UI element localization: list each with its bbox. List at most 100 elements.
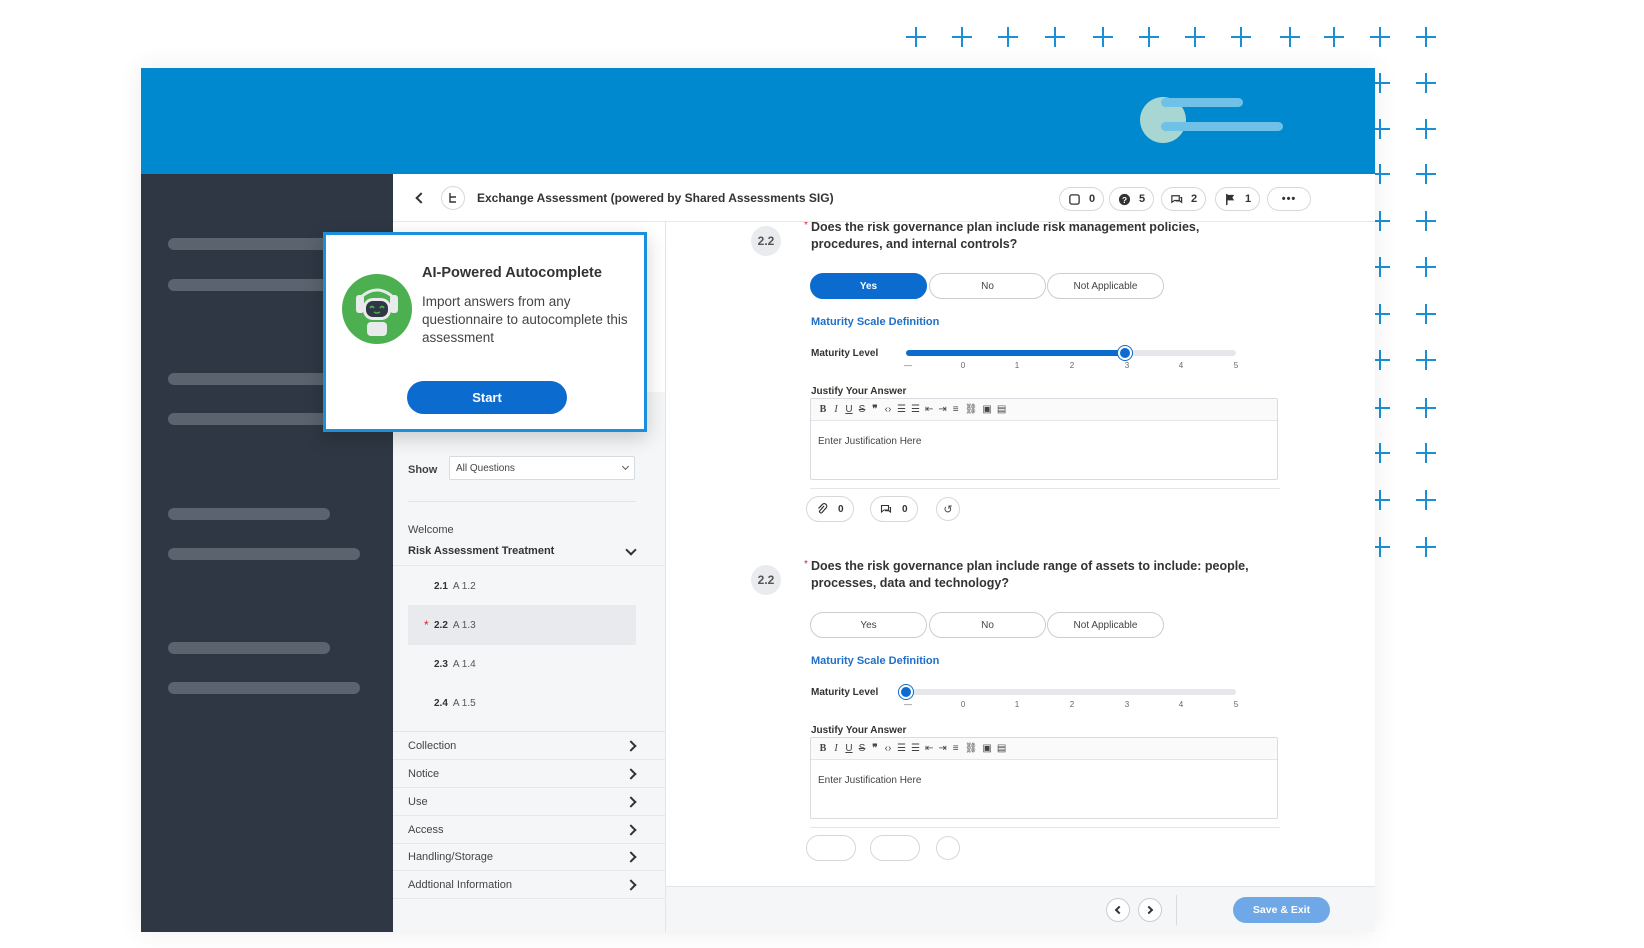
- video-icon[interactable]: ▤: [997, 404, 1006, 415]
- maturity-slider[interactable]: — 0 1 2 3 4 5: [904, 346, 1238, 370]
- link-icon[interactable]: ⛓: [965, 743, 978, 754]
- previous-question-button[interactable]: [1106, 898, 1130, 922]
- nav-subitem[interactable]: * 2.2 A 1.3: [408, 605, 636, 645]
- justification-placeholder: Enter Justification Here: [818, 775, 922, 786]
- attachments-button[interactable]: [806, 835, 856, 861]
- video-icon[interactable]: ▤: [997, 743, 1006, 754]
- strikethrough-icon[interactable]: S: [858, 404, 866, 415]
- nav-section[interactable]: Collection: [393, 732, 665, 760]
- maturity-slider-thumb[interactable]: [899, 685, 913, 699]
- maturity-scale-definition-link[interactable]: Maturity Scale Definition: [811, 316, 939, 328]
- nav-section[interactable]: Notice: [393, 760, 665, 788]
- answer-option-button[interactable]: Not Applicable: [1047, 612, 1164, 638]
- nav-section-label: Collection: [408, 739, 457, 752]
- nav-section[interactable]: Use: [393, 788, 665, 816]
- next-question-button[interactable]: [1138, 898, 1162, 922]
- image-icon[interactable]: ▣: [982, 404, 991, 415]
- answer-option-button[interactable]: Not Applicable: [1047, 273, 1164, 299]
- align-icon[interactable]: ≡: [952, 404, 960, 415]
- nav-section[interactable]: Access: [393, 816, 665, 844]
- align-icon[interactable]: ≡: [952, 743, 960, 754]
- image-icon[interactable]: ▣: [982, 743, 991, 754]
- nav-subitem[interactable]: 2.3 A 1.4: [408, 644, 636, 684]
- sidebar-item-placeholder[interactable]: [168, 413, 334, 425]
- indent-icon[interactable]: ⇥: [938, 404, 946, 415]
- sidebar-item-placeholder[interactable]: [168, 642, 330, 654]
- nav-section-risk-assessment[interactable]: Risk Assessment Treatment: [393, 537, 665, 566]
- italic-icon[interactable]: I: [832, 743, 840, 754]
- maturity-tick-label: 4: [1178, 700, 1184, 709]
- subitem-code: A 1.5: [452, 697, 476, 709]
- indent-icon[interactable]: ⇥: [938, 743, 946, 754]
- subitem-number: 2.4: [434, 697, 448, 709]
- maturity-scale-definition-link[interactable]: Maturity Scale Definition: [811, 655, 939, 667]
- subitem-number: 2.1: [434, 580, 448, 592]
- answer-option-button[interactable]: No: [929, 612, 1046, 638]
- maturity-slider[interactable]: — 0 1 2 3 4 5: [899, 685, 1238, 709]
- sidebar-item-placeholder[interactable]: [168, 682, 360, 694]
- italic-icon[interactable]: I: [832, 404, 840, 415]
- bullet-list-icon[interactable]: ☰: [897, 743, 906, 754]
- show-filter-value: All Questions: [456, 462, 515, 474]
- nav-subitem[interactable]: 2.1 A 1.2: [408, 566, 636, 606]
- underline-icon[interactable]: U: [845, 404, 853, 415]
- sidebar-item-placeholder[interactable]: [168, 373, 334, 385]
- justification-editor[interactable]: B I U S ❞ ‹› ☰ ☰ ⇤ ⇥ ≡ ⛓ ▣ ▤ Enter Justification Here: [810, 737, 1278, 819]
- sidebar-item-placeholder[interactable]: [168, 548, 360, 560]
- history-button[interactable]: [936, 836, 960, 860]
- attachments-count: 0: [838, 503, 844, 515]
- answer-option-button[interactable]: No: [929, 273, 1046, 299]
- comments-counter[interactable]: 2: [1161, 187, 1207, 211]
- show-filter-select[interactable]: All Questions: [449, 456, 635, 480]
- history-button[interactable]: ↺: [936, 497, 960, 521]
- save-exit-button[interactable]: Save & Exit: [1233, 897, 1330, 923]
- nav-section[interactable]: Addtional Information: [393, 871, 665, 899]
- hierarchy-button[interactable]: [441, 186, 465, 210]
- note-icon: [1069, 193, 1080, 205]
- bold-icon[interactable]: B: [819, 404, 827, 415]
- outdent-icon[interactable]: ⇤: [925, 404, 933, 415]
- nav-section-label: Access: [408, 823, 444, 836]
- link-icon[interactable]: ⛓: [965, 404, 978, 415]
- sidebar-item-placeholder[interactable]: [168, 238, 334, 250]
- notes-counter[interactable]: 0: [1059, 187, 1105, 211]
- bold-icon[interactable]: B: [819, 743, 827, 754]
- plus-decoration: [1370, 27, 1390, 47]
- quote-icon[interactable]: ❞: [871, 743, 879, 754]
- nav-subitem[interactable]: 2.4 A 1.5: [408, 683, 636, 723]
- outdent-icon[interactable]: ⇤: [925, 743, 933, 754]
- question-comments-button[interactable]: 0: [870, 496, 918, 522]
- autocomplete-popup: AI-Powered Autocomplete Import answers f…: [323, 232, 647, 432]
- strikethrough-icon[interactable]: S: [858, 743, 866, 754]
- quote-icon[interactable]: ❞: [871, 404, 879, 415]
- numbered-list-icon[interactable]: ☰: [911, 404, 920, 415]
- maturity-tick-label: 2: [1069, 700, 1075, 709]
- chevron-down-icon: [625, 544, 637, 556]
- start-button[interactable]: Start: [407, 381, 567, 414]
- undo-icon: ↺: [943, 503, 953, 516]
- nav-welcome[interactable]: Welcome: [408, 524, 454, 536]
- code-icon[interactable]: ‹›: [884, 743, 892, 754]
- help-counter[interactable]: ? 5: [1109, 187, 1155, 211]
- justification-editor[interactable]: B I U S ❞ ‹› ☰ ☰ ⇤ ⇥ ≡ ⛓ ▣ ▤ Enter Justification Here: [810, 398, 1278, 480]
- flags-counter[interactable]: 1: [1215, 187, 1261, 211]
- bullet-list-icon[interactable]: ☰: [897, 404, 906, 415]
- nav-section[interactable]: Handling/Storage: [393, 843, 665, 871]
- question-comments-button[interactable]: [870, 835, 920, 861]
- underline-icon[interactable]: U: [845, 743, 853, 754]
- answer-option-button[interactable]: Yes: [810, 273, 927, 299]
- answer-option-button[interactable]: Yes: [810, 612, 927, 638]
- comments-count: 2: [1191, 193, 1198, 205]
- sidebar-item-placeholder[interactable]: [168, 508, 330, 520]
- editor-toolbar: B I U S ❞ ‹› ☰ ☰ ⇤ ⇥ ≡ ⛓ ▣ ▤: [811, 399, 1277, 421]
- code-icon[interactable]: ‹›: [884, 404, 892, 415]
- numbered-list-icon[interactable]: ☰: [911, 743, 920, 754]
- maturity-slider-thumb[interactable]: [1118, 346, 1132, 360]
- back-button[interactable]: [407, 186, 431, 210]
- more-options-button[interactable]: •••: [1267, 187, 1311, 211]
- question-number: 2.2: [751, 226, 781, 256]
- required-asterisk: *: [804, 222, 808, 231]
- plus-decoration: [1280, 27, 1300, 47]
- attachments-button[interactable]: 0: [806, 496, 854, 522]
- sidebar-item-placeholder[interactable]: [168, 279, 334, 291]
